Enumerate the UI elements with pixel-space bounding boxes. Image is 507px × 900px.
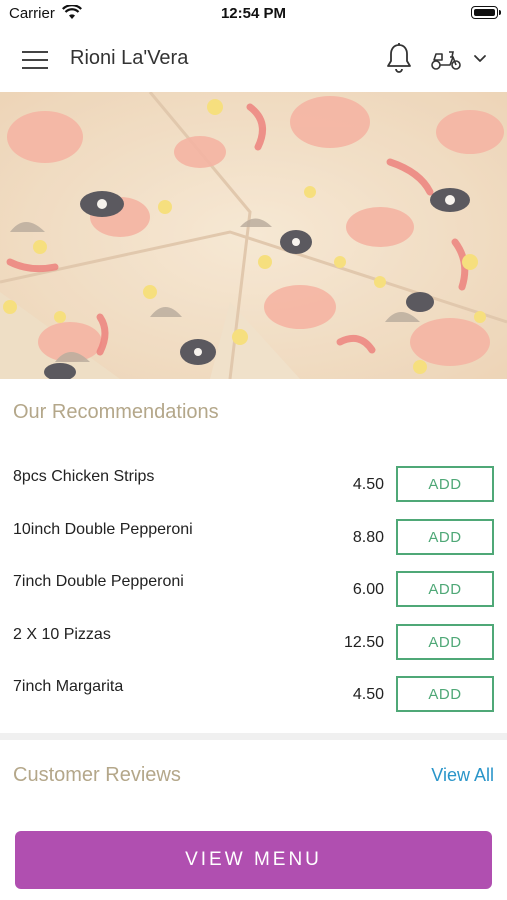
list-item: 2 X 10 Pizzas 12.50 ADD xyxy=(0,618,507,670)
hero-pizza-image xyxy=(0,92,507,379)
item-name: 8pcs Chicken Strips xyxy=(13,468,155,485)
add-button[interactable]: ADD xyxy=(396,624,494,660)
menu-icon[interactable] xyxy=(22,50,48,70)
clock: 12:54 PM xyxy=(220,5,287,22)
add-button[interactable]: ADD xyxy=(396,466,494,502)
item-price: 4.50 xyxy=(352,686,384,703)
section-divider xyxy=(0,733,507,740)
item-name: 2 X 10 Pizzas xyxy=(13,626,111,643)
list-item: 7inch Margarita 4.50 ADD xyxy=(0,670,507,722)
add-button[interactable]: ADD xyxy=(396,676,494,712)
view-menu-button[interactable]: VIEW MENU xyxy=(15,831,492,889)
view-all-link[interactable]: View All xyxy=(431,765,494,786)
add-button[interactable]: ADD xyxy=(396,571,494,607)
scooter-icon[interactable] xyxy=(430,46,462,72)
item-price: 6.00 xyxy=(352,581,384,598)
item-price: 12.50 xyxy=(343,634,384,651)
item-name: 10inch Double Pepperoni xyxy=(13,521,193,538)
battery-icon xyxy=(471,6,498,19)
item-name: 7inch Double Pepperoni xyxy=(13,573,184,590)
list-item: 10inch Double Pepperoni 8.80 ADD xyxy=(0,513,507,565)
item-name: 7inch Margarita xyxy=(13,678,124,695)
reviews-title: Customer Reviews xyxy=(13,764,181,786)
bell-icon[interactable] xyxy=(385,42,413,74)
recommendations-title: Our Recommendations xyxy=(13,401,219,423)
item-price: 4.50 xyxy=(352,476,384,493)
list-item: 7inch Double Pepperoni 6.00 ADD xyxy=(0,565,507,617)
item-price: 8.80 xyxy=(352,529,384,546)
chevron-down-icon[interactable] xyxy=(472,52,488,66)
app-header: Rioni La'Vera xyxy=(0,28,507,92)
list-item: 8pcs Chicken Strips 4.50 ADD xyxy=(0,460,507,512)
status-bar: Carrier 12:54 PM xyxy=(0,0,507,28)
store-name: Rioni La'Vera xyxy=(70,47,189,69)
add-button[interactable]: ADD xyxy=(396,519,494,555)
